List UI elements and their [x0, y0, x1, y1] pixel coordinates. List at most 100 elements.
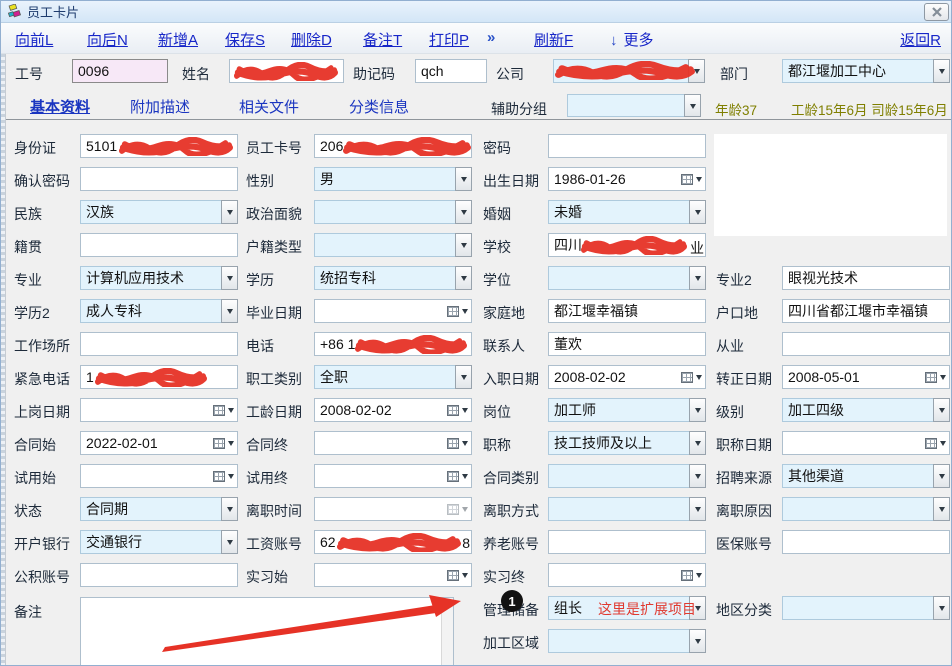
- password-input[interactable]: [548, 134, 706, 158]
- dropdown-arrow-button[interactable]: [689, 431, 706, 455]
- dropdown-arrow-button[interactable]: [455, 365, 472, 389]
- dropdown-arrow-button[interactable]: [455, 233, 472, 257]
- marriage-combo[interactable]: 未婚: [548, 200, 706, 224]
- employee-no-input[interactable]: 0096: [72, 59, 168, 83]
- dropdown-arrow-button[interactable]: [221, 530, 238, 554]
- tab-basic-info[interactable]: 基本资料: [30, 96, 90, 117]
- dropdown-arrow-button[interactable]: [689, 398, 706, 422]
- dropdown-arrow-button[interactable]: [689, 200, 706, 224]
- pension-account-input[interactable]: [548, 530, 706, 554]
- dropdown-arrow-button[interactable]: [684, 94, 701, 117]
- toolbar-backward-button[interactable]: 向后N: [87, 29, 128, 50]
- intern-end-datefield[interactable]: [548, 563, 706, 587]
- medical-account-input[interactable]: [782, 530, 950, 554]
- workplace-input[interactable]: [80, 332, 238, 356]
- education2-combo[interactable]: 成人专科: [80, 299, 238, 323]
- leave-date-datefield[interactable]: [314, 497, 472, 521]
- contract-type-combo[interactable]: [548, 464, 706, 488]
- bank-combo[interactable]: 交通银行: [80, 530, 238, 554]
- dropdown-arrow-button[interactable]: [689, 629, 706, 653]
- dropdown-arrow-button[interactable]: [689, 497, 706, 521]
- probation-end-datefield[interactable]: [314, 464, 472, 488]
- tab-extra-desc[interactable]: 附加描述: [130, 96, 190, 117]
- hire-date-datefield[interactable]: 2008-02-02: [548, 365, 706, 389]
- aux-group-combo[interactable]: [567, 94, 701, 117]
- graduation-date-datefield[interactable]: [314, 299, 472, 323]
- process-area-combo[interactable]: [548, 629, 706, 653]
- dropdown-arrow-button[interactable]: [933, 464, 950, 488]
- dropdown-arrow-button[interactable]: [221, 200, 238, 224]
- status-combo[interactable]: 合同期: [80, 497, 238, 521]
- salary-account-input[interactable]: 628: [314, 530, 472, 554]
- contact-person-input[interactable]: 董欢: [548, 332, 706, 356]
- leave-method-combo[interactable]: [548, 497, 706, 521]
- seniority-date-datefield[interactable]: 2008-02-02: [314, 398, 472, 422]
- job-title-combo[interactable]: 技工技师及以上: [548, 431, 706, 455]
- employee-type-combo[interactable]: 全职: [314, 365, 472, 389]
- education-combo[interactable]: 统招专科: [314, 266, 472, 290]
- back-button[interactable]: 返回R: [900, 29, 941, 50]
- confirm-password-input[interactable]: [80, 167, 238, 191]
- major2-input[interactable]: 眼视光技术: [782, 266, 950, 290]
- datepicker-button[interactable]: [447, 470, 471, 482]
- fund-account-input[interactable]: [80, 563, 238, 587]
- toolbar-add-button[interactable]: 新增A: [158, 29, 198, 50]
- toolbar-expand-icon[interactable]: »: [487, 29, 495, 46]
- toolbar-delete-button[interactable]: 删除D: [291, 29, 332, 50]
- remark-textarea[interactable]: [80, 597, 454, 666]
- household-address-input[interactable]: 四川省都江堰市幸福镇: [782, 299, 950, 323]
- grade-combo[interactable]: 加工四级: [782, 398, 950, 422]
- dropdown-arrow-button[interactable]: [689, 464, 706, 488]
- occupation-input[interactable]: [782, 332, 950, 356]
- remark-scrollbar[interactable]: [441, 598, 453, 666]
- tab-related-files[interactable]: 相关文件: [239, 96, 299, 117]
- tab-category-info[interactable]: 分类信息: [349, 96, 409, 117]
- datepicker-button[interactable]: [213, 437, 237, 449]
- employee-name-input[interactable]: [229, 59, 344, 83]
- datepicker-button[interactable]: [925, 437, 949, 449]
- birth-date-datefield[interactable]: 1986-01-26: [548, 167, 706, 191]
- dropdown-arrow-button[interactable]: [933, 59, 950, 83]
- ethnicity-combo[interactable]: 汉族: [80, 200, 238, 224]
- datepicker-button[interactable]: [447, 437, 471, 449]
- contract-start-datefield[interactable]: 2022-02-01: [80, 431, 238, 455]
- regular-date-datefield[interactable]: 2008-05-01: [782, 365, 950, 389]
- toolbar-print-button[interactable]: 打印P: [429, 29, 469, 50]
- dropdown-arrow-button[interactable]: [688, 59, 705, 83]
- dropdown-arrow-button[interactable]: [455, 266, 472, 290]
- recruit-source-combo[interactable]: 其他渠道: [782, 464, 950, 488]
- dropdown-arrow-button[interactable]: [221, 299, 238, 323]
- toolbar-refresh-button[interactable]: 刷新F: [534, 29, 573, 50]
- employee-card-no-input[interactable]: 206: [314, 134, 472, 158]
- phone-input[interactable]: +86 1: [314, 332, 472, 356]
- gender-combo[interactable]: 男: [314, 167, 472, 191]
- degree-combo[interactable]: [548, 266, 706, 290]
- major-combo[interactable]: 计算机应用技术: [80, 266, 238, 290]
- id-card-input[interactable]: 5101: [80, 134, 238, 158]
- contract-end-datefield[interactable]: [314, 431, 472, 455]
- department-combo[interactable]: 都江堰加工中心: [782, 59, 950, 83]
- dropdown-arrow-button[interactable]: [933, 398, 950, 422]
- toolbar-save-button[interactable]: 保存S: [225, 29, 265, 50]
- dropdown-arrow-button[interactable]: [689, 266, 706, 290]
- native-place-input[interactable]: [80, 233, 238, 257]
- datepicker-button[interactable]: [213, 470, 237, 482]
- toolbar-more-button[interactable]: ↓更多: [610, 29, 654, 50]
- dropdown-arrow-button[interactable]: [455, 200, 472, 224]
- political-status-combo[interactable]: [314, 200, 472, 224]
- toolbar-forward-button[interactable]: 向前L: [15, 29, 53, 50]
- dropdown-arrow-button[interactable]: [221, 497, 238, 521]
- household-type-combo[interactable]: [314, 233, 472, 257]
- datepicker-button[interactable]: [447, 305, 471, 317]
- onboard-date-datefield[interactable]: [80, 398, 238, 422]
- mnemonic-code-input[interactable]: qch: [415, 59, 487, 83]
- close-button[interactable]: [924, 3, 949, 21]
- region-class-combo[interactable]: [782, 596, 950, 620]
- emergency-phone-input[interactable]: 1: [80, 365, 238, 389]
- dropdown-arrow-button[interactable]: [221, 266, 238, 290]
- intern-start-datefield[interactable]: [314, 563, 472, 587]
- datepicker-button[interactable]: [681, 173, 705, 185]
- datepicker-button[interactable]: [925, 371, 949, 383]
- probation-start-datefield[interactable]: [80, 464, 238, 488]
- dropdown-arrow-button[interactable]: [933, 497, 950, 521]
